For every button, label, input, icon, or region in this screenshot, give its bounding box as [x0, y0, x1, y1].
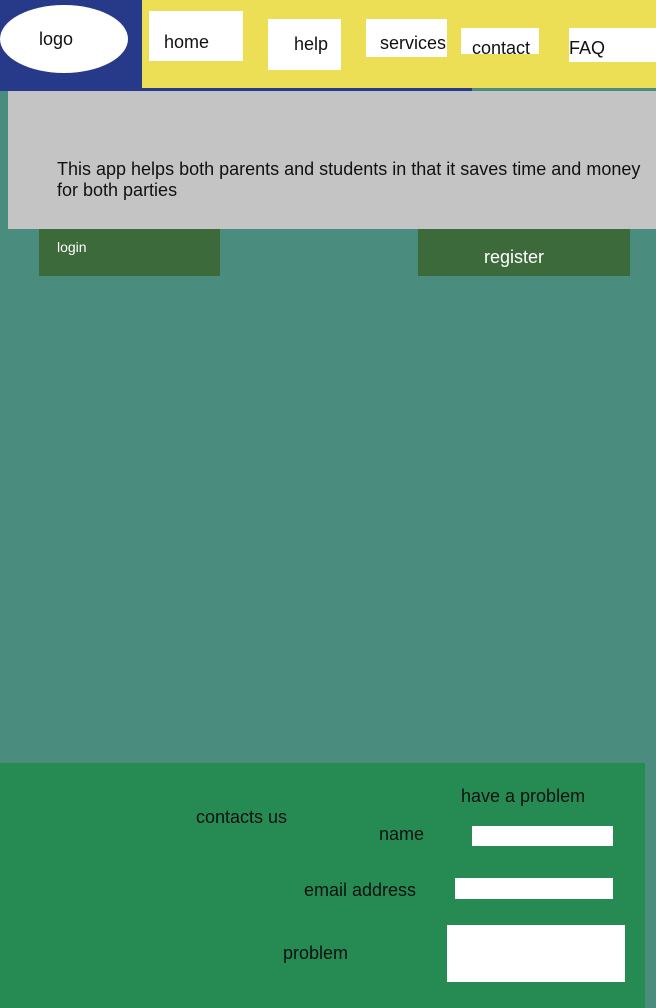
- login-button-label: login: [57, 239, 87, 255]
- register-button-label: register: [484, 247, 545, 267]
- nav-services-label: services: [380, 33, 447, 53]
- nav-contact[interactable]: contact: [461, 28, 539, 58]
- contacts-heading: contacts us: [196, 807, 288, 827]
- nav-home-label: home: [164, 32, 210, 52]
- nav-home[interactable]: home: [149, 11, 243, 61]
- hero-description: This app helps both parents and students…: [57, 159, 641, 200]
- nav-services[interactable]: services: [366, 19, 447, 57]
- email-label: email address: [304, 880, 417, 900]
- name-label: name: [379, 824, 425, 844]
- email-field[interactable]: [455, 878, 613, 899]
- register-button[interactable]: register: [418, 229, 630, 276]
- nav-faq-label: FAQ: [569, 38, 606, 58]
- name-field[interactable]: [472, 826, 613, 846]
- logo-label: logo: [39, 29, 74, 49]
- nav-help-label: help: [294, 34, 329, 54]
- problem-heading: have a problem: [461, 786, 586, 806]
- nav-faq[interactable]: FAQ: [569, 28, 656, 62]
- nav-contact-label: contact: [472, 38, 531, 58]
- problem-field[interactable]: [447, 925, 625, 982]
- logo[interactable]: logo: [0, 5, 128, 73]
- login-button[interactable]: login: [39, 229, 220, 276]
- problem-label: problem: [283, 943, 349, 963]
- nav-help[interactable]: help: [268, 19, 341, 70]
